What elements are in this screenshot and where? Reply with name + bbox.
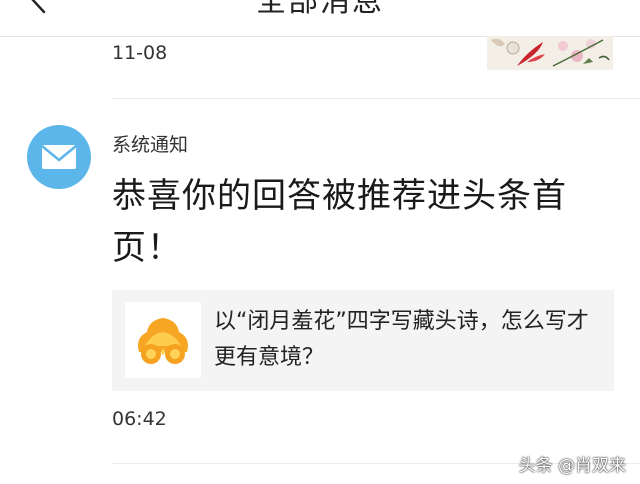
message-text: 恭喜你的回答被推荐进头条首页！ [112, 176, 567, 268]
flower-painting-image [487, 36, 613, 70]
system-avatar[interactable] [27, 125, 91, 189]
question-card-thumbnail [125, 302, 201, 378]
previous-item-time: 11-08 [112, 42, 168, 64]
question-title: 以“闭月羞花”四字写藏头诗，怎么写才更有意境？ [214, 309, 589, 370]
divider [112, 98, 640, 99]
previous-item-thumbnail[interactable] [487, 36, 613, 70]
auspicious-cloud-icon [138, 318, 188, 364]
mail-icon [41, 145, 77, 169]
message-screen: 全部消息 11-08 系统通知 恭喜你的回答被推荐进头条首页！ 以“闭月羞花”四… [0, 0, 640, 484]
question-card[interactable]: 以“闭月羞花”四字写藏头诗，怎么写才更有意境？ [112, 290, 614, 391]
page-title: 全部消息 [256, 0, 384, 19]
top-bar: 全部消息 [0, 0, 640, 37]
message-time: 06:42 [112, 408, 167, 430]
watermark: 头条 @肖双来 [518, 456, 626, 476]
sender-name: 系统通知 [112, 134, 189, 156]
